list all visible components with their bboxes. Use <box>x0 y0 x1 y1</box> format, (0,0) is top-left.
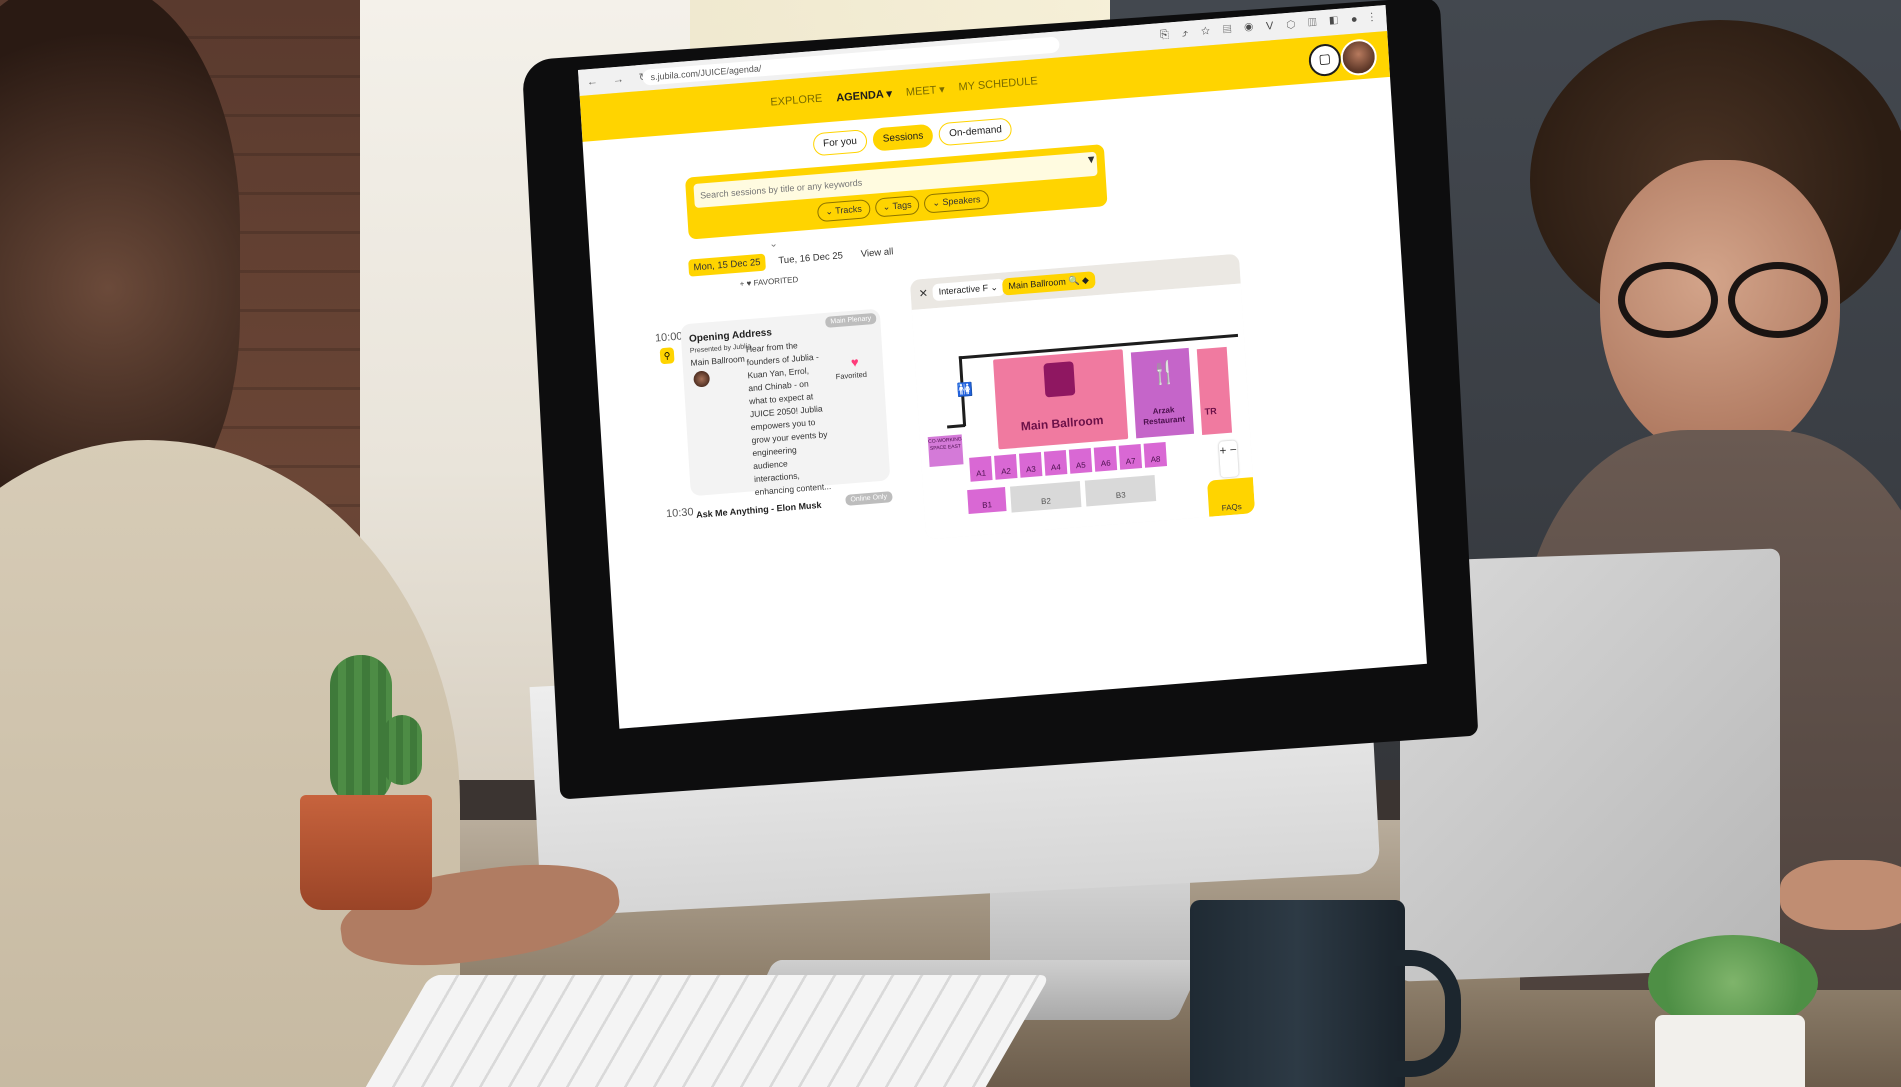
user-avatar[interactable] <box>1339 37 1378 77</box>
search-panel: ▼ ⌄ Tracks ⌄ Tags ⌄ Speakers <box>684 144 1108 240</box>
booth-row-b: B1 B2 B3 <box>967 474 1157 516</box>
date-mon[interactable]: Mon, 15 Dec 25 <box>688 253 767 277</box>
booth[interactable]: A8 <box>1143 442 1168 468</box>
session-card[interactable]: Opening Address Presented by Jublia Main… <box>680 308 891 498</box>
booth[interactable]: A5 <box>1068 448 1093 474</box>
room-label: Main Ballroom <box>1020 412 1104 434</box>
session-description: Hear from the founders of Jublia - Kuan … <box>745 340 832 498</box>
session-time: 10:30 <box>665 506 694 521</box>
keyboard <box>349 975 1051 1087</box>
session-badge: Online Only <box>845 491 893 506</box>
date-view-all[interactable]: View all <box>855 243 899 263</box>
location-pin-icon[interactable]: ⚲ <box>659 347 675 365</box>
monitor-screen: ← → ↻ s.jubila.com/JUICE/agenda/ ⎘ ⤴ ☆ ▤… <box>578 5 1427 729</box>
tab-on-demand[interactable]: On-demand <box>938 117 1013 147</box>
booth[interactable]: A2 <box>994 454 1018 480</box>
room-tr[interactable]: TR <box>1196 346 1233 436</box>
floor-map-panel: ✕ Interactive F ⌄ Main Ballroom 🔍 ◆ 🚻 Ma… <box>909 253 1256 540</box>
filter-tracks[interactable]: ⌄ Tracks <box>816 199 871 223</box>
session-time: 10:00 <box>654 330 683 345</box>
cactus-arm <box>382 715 422 785</box>
room-label: Arzak Restaurant <box>1143 405 1186 427</box>
heart-icon[interactable]: ♥ <box>850 354 859 370</box>
date-selector: Mon, 15 Dec 25 Tue, 16 Dec 25 View all <box>688 243 899 277</box>
room-main-ballroom[interactable]: Main Ballroom <box>993 349 1129 450</box>
close-icon[interactable]: ✕ <box>918 287 928 301</box>
booth[interactable]: A1 <box>969 456 993 482</box>
session-room: Main Ballroom <box>690 353 746 368</box>
session-title[interactable]: Ask Me Anything - Elon Musk <box>696 500 822 520</box>
nav-my-schedule[interactable]: MY SCHEDULE <box>958 75 1038 94</box>
booth[interactable]: A4 <box>1043 450 1068 476</box>
booth[interactable]: A3 <box>1018 452 1043 478</box>
floor-select[interactable]: Interactive F ⌄ <box>932 278 1005 302</box>
booth[interactable]: B3 <box>1084 474 1157 507</box>
date-tue[interactable]: Tue, 16 Dec 25 <box>773 247 848 270</box>
ballroom-icon <box>1043 361 1076 398</box>
mug <box>1190 900 1405 1087</box>
nav-explore[interactable]: EXPLORE <box>770 93 823 110</box>
faqs-button[interactable]: FAQs <box>1207 477 1256 517</box>
chevron-down-icon[interactable]: ⌄ <box>769 239 778 251</box>
terracotta-pot <box>300 795 432 910</box>
floor-plan[interactable]: 🚻 Main Ballroom 🍴 Arzak Restaurant TR CO… <box>911 283 1256 540</box>
room-arzak[interactable]: 🍴 Arzak Restaurant <box>1130 347 1195 439</box>
favorited-label: Favorited <box>835 369 868 382</box>
right-person-hand <box>1780 860 1901 930</box>
fork-knife-icon: 🍴 <box>1149 358 1179 387</box>
glasses <box>1618 262 1828 338</box>
room-label: TR <box>1204 405 1217 417</box>
room-coworking[interactable]: CO-WORKING SPACE EAST <box>927 434 964 468</box>
booth[interactable]: B1 <box>967 487 1007 515</box>
booth[interactable]: A6 <box>1093 446 1118 472</box>
zoom-controls[interactable]: + − <box>1218 440 1239 478</box>
tab-for-you[interactable]: For you <box>812 129 868 157</box>
favorited-filter[interactable]: + ♥ FAVORITED <box>739 275 798 289</box>
nav-meet[interactable]: MEET ▾ <box>905 83 946 99</box>
restroom-icon: 🚻 <box>956 381 974 398</box>
wall <box>947 424 966 429</box>
nav-agenda[interactable]: AGENDA ▾ <box>836 87 892 104</box>
photo-scene: ← → ↻ s.jubila.com/JUICE/agenda/ ⎘ ⤴ ☆ ▤… <box>0 0 1901 1087</box>
location-select[interactable]: Main Ballroom 🔍 ◆ <box>1001 271 1096 296</box>
white-pot <box>1655 1015 1805 1087</box>
booth[interactable]: B2 <box>1010 481 1082 513</box>
agenda-tabs: For you Sessions On-demand <box>812 117 1013 157</box>
session-badge: Main Plenary <box>825 312 877 328</box>
main-nav: EXPLORE AGENDA ▾ MEET ▾ MY SCHEDULE <box>770 75 1038 109</box>
filter-icon[interactable]: ▼ <box>1085 154 1097 167</box>
filter-tags[interactable]: ⌄ Tags <box>874 195 921 218</box>
filter-speakers[interactable]: ⌄ Speakers <box>923 189 990 214</box>
chat-bubble-icon[interactable]: ▢ <box>1307 42 1342 78</box>
tab-sessions[interactable]: Sessions <box>872 123 935 152</box>
booth[interactable]: A7 <box>1118 444 1143 470</box>
speaker-avatar <box>693 370 711 388</box>
